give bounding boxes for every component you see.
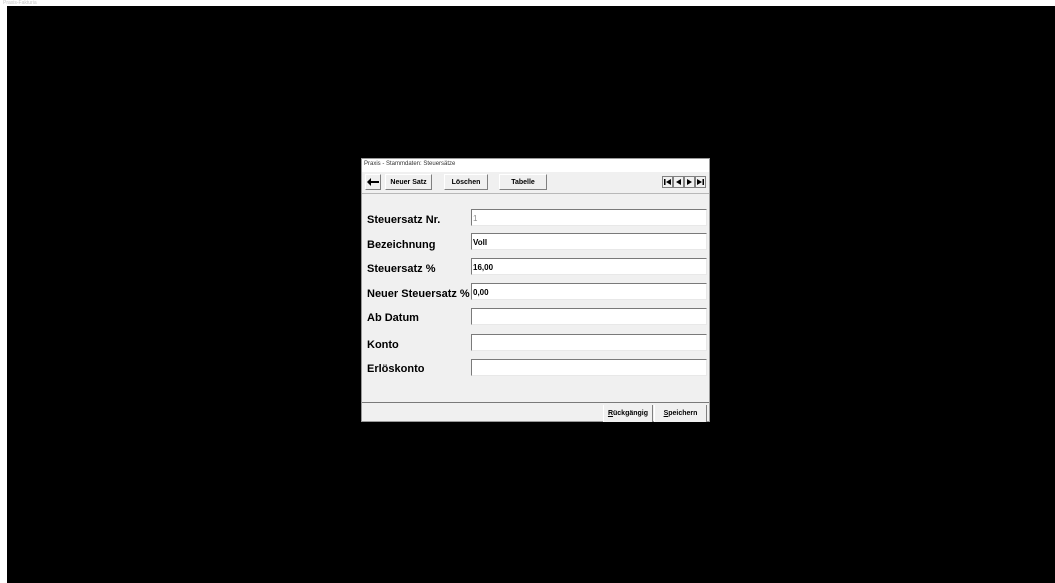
arrow-left-icon — [367, 178, 379, 186]
save-button[interactable]: Speichern — [654, 405, 707, 422]
record-navigation — [662, 176, 706, 188]
prev-record-button[interactable] — [673, 176, 684, 188]
label-erloeskonto: Erlöskonto — [367, 363, 425, 375]
ab-datum-field[interactable] — [471, 308, 707, 325]
steuersatz-nr-field[interactable] — [471, 209, 707, 226]
steuersatz-prozent-field[interactable] — [471, 258, 707, 275]
dialog-titlebar: Praxis - Stammdaten: Steuersätze — [362, 159, 709, 172]
undo-button[interactable]: Rückgängig — [603, 405, 653, 422]
new-record-button[interactable]: Neuer Satz — [385, 174, 432, 190]
tax-rates-dialog: Praxis - Stammdaten: Steuersätze Neuer S… — [361, 158, 710, 422]
erloeskonto-field[interactable] — [471, 359, 707, 376]
bezeichnung-field[interactable] — [471, 233, 707, 250]
label-ab-datum: Ab Datum — [367, 312, 419, 324]
label-steuersatz-prozent: Steuersatz % — [367, 263, 436, 275]
konto-field[interactable] — [471, 334, 707, 351]
neuer-steuersatz-field[interactable] — [471, 283, 707, 300]
delete-button[interactable]: Löschen — [444, 174, 488, 190]
save-label: peichern — [668, 410, 698, 417]
toolbar: Neuer Satz Löschen Tabelle — [362, 172, 709, 194]
first-record-button[interactable] — [662, 176, 673, 188]
label-bezeichnung: Bezeichnung — [367, 239, 436, 251]
next-record-icon — [687, 179, 692, 185]
last-record-icon — [697, 179, 704, 185]
undo-label: ückgängig — [613, 410, 649, 417]
dialog-title: Praxis - Stammdaten: Steuersätze — [364, 161, 456, 167]
first-record-icon — [664, 179, 671, 185]
footer-divider — [362, 402, 709, 403]
prev-record-icon — [676, 179, 681, 185]
table-button[interactable]: Tabelle — [499, 174, 547, 190]
next-record-button[interactable] — [684, 176, 695, 188]
last-record-button[interactable] — [695, 176, 706, 188]
label-neuer-steuersatz: Neuer Steuersatz % — [367, 288, 470, 300]
label-steuersatz-nr: Steuersatz Nr. — [367, 214, 441, 226]
label-konto: Konto — [367, 339, 399, 351]
back-button[interactable] — [365, 174, 381, 190]
